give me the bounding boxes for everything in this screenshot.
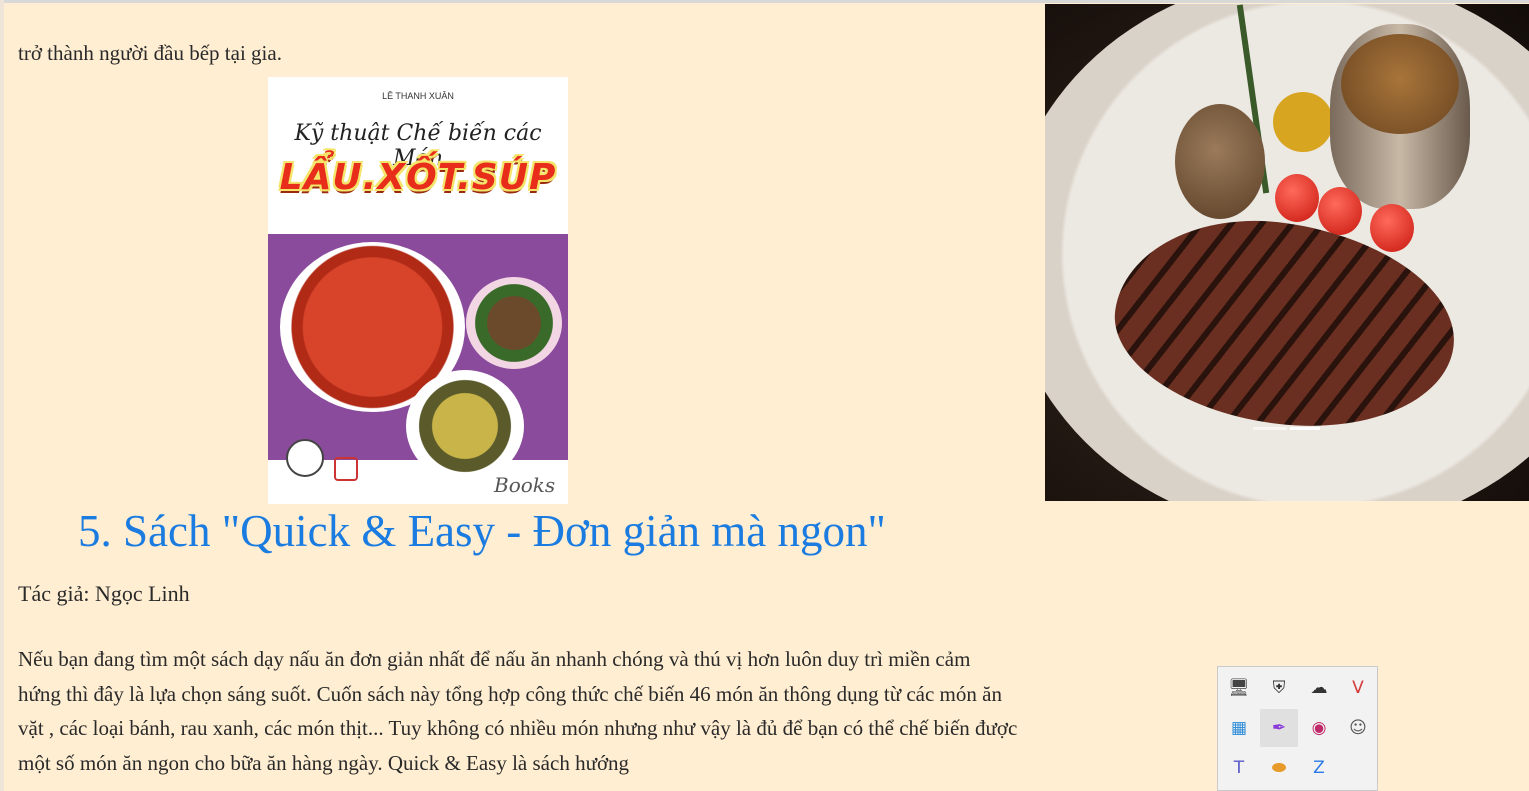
carousel-indicator-1[interactable] — [1253, 427, 1287, 430]
book-description: Nếu bạn đang tìm một sách dạy nấu ăn đơn… — [18, 647, 1018, 775]
security-shield-icon[interactable]: ⛨ — [1260, 669, 1298, 707]
cherry-tomato — [1370, 204, 1414, 252]
carousel-indicator-2[interactable] — [1290, 427, 1320, 430]
app-window-icon[interactable]: ▦ — [1220, 709, 1258, 747]
storage-drive-icon[interactable]: ⬬ — [1260, 749, 1298, 787]
cover-author: LÊ THANH XUÂN — [382, 91, 454, 101]
cover-title: LẨU.XỐT.SÚP — [279, 157, 557, 198]
roasted-garlic — [1175, 104, 1265, 219]
discord-icon[interactable]: ☺ — [1339, 709, 1377, 747]
cherry-tomato — [1275, 174, 1319, 222]
cloud-offline-icon[interactable]: ☁ — [1300, 669, 1338, 707]
cover-brand: Books — [494, 473, 556, 497]
intro-paragraph-tail: trở thành người đầu bếp tại gia. — [18, 41, 282, 65]
teams-icon[interactable]: T — [1220, 749, 1258, 787]
steak-photo-carousel[interactable] — [1045, 4, 1529, 501]
corn-piece — [1273, 92, 1333, 152]
pepper-sauce — [1341, 34, 1459, 134]
vivaldi-icon[interactable]: V — [1339, 669, 1377, 707]
zalo-icon[interactable]: Z — [1300, 749, 1338, 787]
monitor-icon[interactable]: 🖥 — [1220, 669, 1258, 707]
cherry-tomato — [1318, 187, 1362, 235]
book-author: Tác giả: Ngọc Linh — [18, 581, 190, 606]
system-tray-overflow-panel: 🖥 ⛨ ☁ V ▦ ✒ ◉ ☺ T ⬬ Z — [1217, 666, 1378, 791]
feather-pen-icon[interactable]: ✒ — [1260, 709, 1298, 747]
publisher-logo — [286, 439, 324, 477]
section-heading: 5. Sách "Quick & Easy - Đơn giản mà ngon… — [78, 506, 886, 556]
meatball-dish-picture — [466, 277, 562, 369]
soup-bowl-picture — [406, 370, 524, 482]
left-scroll-edge — [0, 0, 4, 791]
publisher-mark — [334, 457, 358, 481]
browser-top-edge — [0, 0, 1529, 3]
book-cover-image: LÊ THANH XUÂN Kỹ thuật Chế biến các Món … — [268, 77, 568, 504]
media-app-icon[interactable]: ◉ — [1300, 709, 1338, 747]
